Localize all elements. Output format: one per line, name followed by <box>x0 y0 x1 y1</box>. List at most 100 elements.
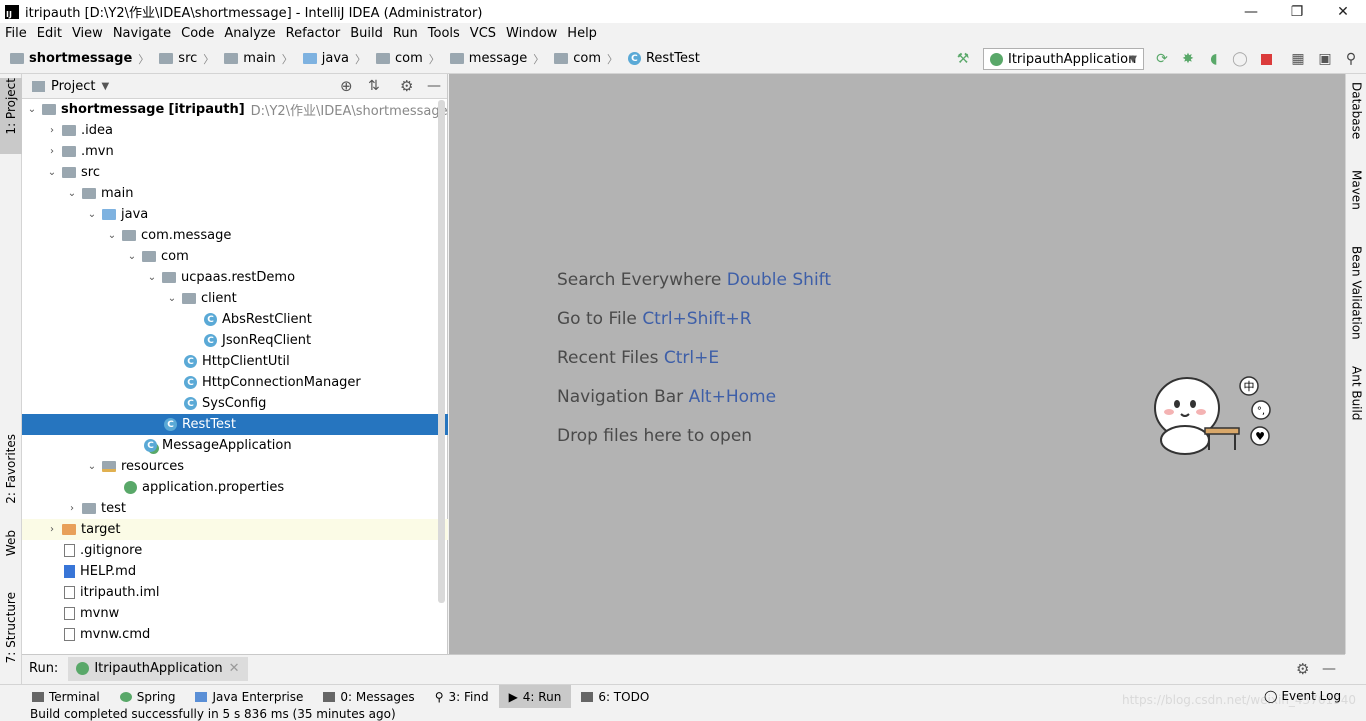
tree-item-itripauth-iml[interactable]: itripauth.iml <box>22 582 448 603</box>
tree-item-mvnw[interactable]: mvnw <box>22 603 448 624</box>
menu-view[interactable]: View <box>67 26 108 41</box>
tree-item-root[interactable]: ⌄ shortmessage [itripauth] D:\Y2\作业\IDEA… <box>22 99 448 120</box>
tab-favorites[interactable]: 2: Favorites <box>0 434 22 514</box>
locate-icon[interactable]: ⊕ <box>340 77 353 95</box>
menu-window[interactable]: Window <box>501 26 562 41</box>
tree-item-messageapplication[interactable]: C MessageApplication <box>22 435 448 456</box>
tab-terminal[interactable]: Terminal <box>22 685 110 709</box>
tree-item-help-md[interactable]: HELP.md <box>22 561 448 582</box>
chevron-down-icon[interactable]: ⌄ <box>124 251 140 262</box>
tab-spring[interactable]: Spring <box>110 685 186 709</box>
tree-item-java[interactable]: ⌄ java <box>22 204 448 225</box>
tree-item-jsonreqclient[interactable]: C JsonReqClient <box>22 330 448 351</box>
search-icon[interactable]: ⚲ <box>1343 51 1359 67</box>
build-hammer-icon[interactable]: ⚒ <box>955 51 971 67</box>
maximize-button[interactable]: ❐ <box>1274 0 1320 23</box>
menu-tools[interactable]: Tools <box>423 26 465 41</box>
tree-item-resttest[interactable]: C RestTest <box>22 414 448 435</box>
tab-database[interactable]: Database <box>1346 82 1366 152</box>
breadcrumb-com-2[interactable]: com 〉 <box>554 51 618 67</box>
menu-build[interactable]: Build <box>345 26 388 41</box>
run-configuration-select[interactable]: ItripauthApplication ▼ <box>983 48 1144 70</box>
close-icon[interactable]: ✕ <box>229 661 240 676</box>
chevron-down-icon[interactable]: ⌄ <box>104 230 120 241</box>
breadcrumb-src[interactable]: src 〉 <box>159 51 214 67</box>
tree-item-test[interactable]: › test <box>22 498 448 519</box>
chevron-right-icon[interactable]: › <box>44 125 60 136</box>
menu-refactor[interactable]: Refactor <box>281 26 346 41</box>
tree-item-httpconnectionmanager[interactable]: C HttpConnectionManager <box>22 372 448 393</box>
debug-icon[interactable]: ✸ <box>1180 51 1196 67</box>
breadcrumb-com[interactable]: com 〉 <box>376 51 440 67</box>
tab-run[interactable]: ▶ 4: Run <box>498 684 572 709</box>
menu-navigate[interactable]: Navigate <box>108 26 176 41</box>
project-structure-icon[interactable]: ▦ <box>1290 51 1306 67</box>
tree-item-application-properties[interactable]: application.properties <box>22 477 448 498</box>
chevron-right-icon[interactable]: › <box>64 503 80 514</box>
tab-todo[interactable]: 6: TODO <box>571 685 659 709</box>
event-log-button[interactable]: ◯ Event Log <box>1264 689 1341 703</box>
breadcrumb-java[interactable]: java 〉 <box>302 51 366 67</box>
tree-item-src[interactable]: ⌄ src <box>22 162 448 183</box>
tree-item-com-message[interactable]: ⌄ com.message <box>22 225 448 246</box>
tab-java-enterprise[interactable]: Java Enterprise <box>185 685 313 709</box>
menu-help[interactable]: Help <box>562 26 602 41</box>
menu-edit[interactable]: Edit <box>32 26 67 41</box>
profile-icon[interactable]: ◯ <box>1232 51 1248 67</box>
menu-file[interactable]: File <box>0 26 32 41</box>
tree-item-httpclientutil[interactable]: C HttpClientUtil <box>22 351 448 372</box>
tab-ant-build[interactable]: Ant Build <box>1346 366 1366 436</box>
tree-item-client[interactable]: ⌄ client <box>22 288 448 309</box>
tree-item-mvnw-cmd[interactable]: mvnw.cmd <box>22 624 448 645</box>
menu-analyze[interactable]: Analyze <box>219 26 280 41</box>
chevron-down-icon[interactable]: ⌄ <box>44 167 60 178</box>
chevron-down-icon[interactable]: ⌄ <box>164 293 180 304</box>
tab-messages[interactable]: 0: Messages <box>313 685 424 709</box>
gear-icon[interactable]: ⚙ <box>1296 660 1309 678</box>
tab-structure[interactable]: 7: Structure <box>0 592 22 676</box>
chevron-down-icon[interactable]: ⌄ <box>84 209 100 220</box>
chevron-down-icon[interactable]: ⌄ <box>144 272 160 283</box>
chevron-down-icon[interactable]: ▼ <box>101 81 109 92</box>
tree-item-resources[interactable]: ⌄ resources <box>22 456 448 477</box>
close-button[interactable]: ✕ <box>1320 0 1366 23</box>
tab-find[interactable]: ⚲ 3: Find <box>425 685 499 709</box>
breadcrumb-main[interactable]: main 〉 <box>224 51 293 67</box>
chevron-down-icon[interactable]: ⌄ <box>84 461 100 472</box>
run-tab-itripauthapplication[interactable]: ItripauthApplication ✕ <box>68 656 248 681</box>
project-scrollbar[interactable] <box>438 100 445 603</box>
menu-vcs[interactable]: VCS <box>465 26 501 41</box>
tree-item-idea[interactable]: › .idea <box>22 120 448 141</box>
tab-project[interactable]: 1: Project <box>0 78 22 154</box>
breadcrumb-shortmessage[interactable]: shortmessage 〉 <box>10 51 149 67</box>
coverage-icon[interactable]: ◖ <box>1206 51 1222 67</box>
tree-item-target[interactable]: › target <box>22 519 448 540</box>
tree-item-absrestclient[interactable]: C AbsRestClient <box>22 309 448 330</box>
tab-web[interactable]: Web <box>0 530 22 578</box>
hide-icon[interactable]: — <box>1322 661 1336 677</box>
menu-code[interactable]: Code <box>176 26 219 41</box>
tree-item-sysconfig[interactable]: C SysConfig <box>22 393 448 414</box>
tab-maven[interactable]: Maven <box>1346 170 1366 226</box>
sdk-icon[interactable]: ▣ <box>1317 51 1333 67</box>
chevron-right-icon[interactable]: › <box>44 524 60 535</box>
tree-item-main[interactable]: ⌄ main <box>22 183 448 204</box>
chevron-right-icon[interactable]: › <box>44 146 60 157</box>
tab-bean-validation[interactable]: Bean Validation <box>1346 246 1366 346</box>
breadcrumb-message[interactable]: message 〉 <box>449 51 544 67</box>
project-view-select[interactable]: Project <box>51 79 95 94</box>
gear-icon[interactable]: ⚙ <box>400 77 413 95</box>
rerun-icon[interactable]: ⟳ <box>1154 51 1170 67</box>
tree-item-gitignore[interactable]: .gitignore <box>22 540 448 561</box>
stop-icon[interactable] <box>1258 51 1274 67</box>
tree-item-com[interactable]: ⌄ com <box>22 246 448 267</box>
hide-icon[interactable]: — <box>427 78 441 94</box>
minimize-button[interactable]: — <box>1228 0 1274 23</box>
menu-run[interactable]: Run <box>388 26 423 41</box>
breadcrumb-resttest[interactable]: C RestTest <box>627 51 700 66</box>
tree-item-mvn[interactable]: › .mvn <box>22 141 448 162</box>
tree-item-ucpaas-restdemo[interactable]: ⌄ ucpaas.restDemo <box>22 267 448 288</box>
chevron-down-icon[interactable]: ⌄ <box>24 104 40 115</box>
chevron-down-icon[interactable]: ⌄ <box>64 188 80 199</box>
collapse-all-icon[interactable]: ⇅ <box>368 78 380 94</box>
